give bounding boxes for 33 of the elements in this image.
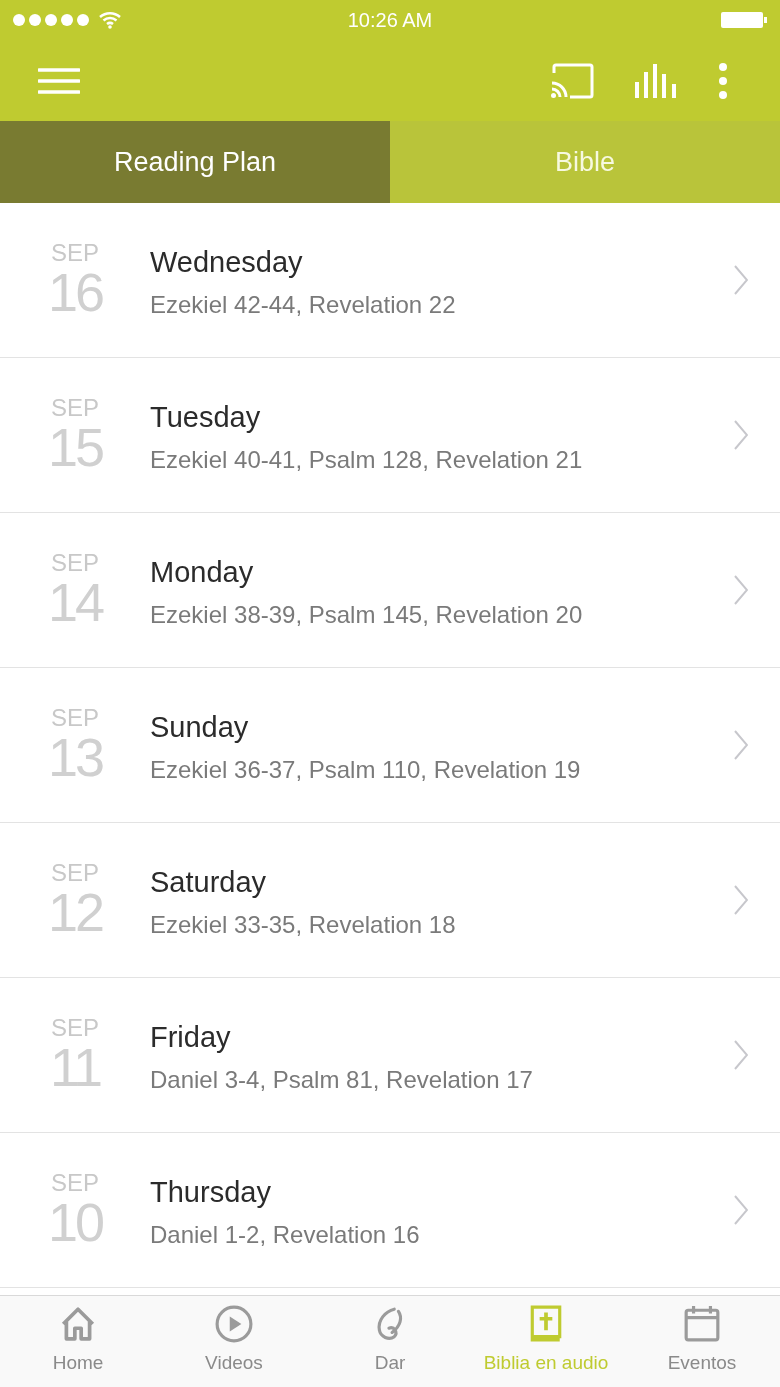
- day-title: Tuesday: [150, 400, 262, 436]
- battery-icon: [720, 11, 768, 29]
- day-title: Monday: [150, 555, 255, 591]
- passages: Ezekiel 42-44, Revelation 22: [150, 289, 457, 320]
- day-title: Friday: [150, 1020, 232, 1056]
- chevron-icon: [734, 730, 748, 760]
- passages: Ezekiel 38-39, Psalm 145, Revelation 20: [150, 599, 584, 630]
- chevron-icon: [734, 885, 748, 915]
- day-title: Saturday: [150, 865, 268, 901]
- day-title: Sunday: [150, 710, 250, 746]
- calendar-icon: [683, 1305, 721, 1344]
- passages: Ezekiel 33-35, Revelation 18: [150, 909, 457, 940]
- cast-icon[interactable]: [550, 62, 594, 99]
- day-title: Wednesday: [150, 245, 304, 281]
- chevron-icon: [734, 575, 748, 605]
- status-time: 10:26 AM: [347, 8, 433, 33]
- passages: Daniel 3-4, Psalm 81, Revelation 17: [150, 1064, 534, 1095]
- chevron-icon: [734, 420, 748, 450]
- chevron-icon: [734, 265, 748, 295]
- passages: Ezekiel 40-41, Psalm 128, Revelation 21: [150, 444, 584, 475]
- signal-icon: [12, 13, 90, 27]
- more-icon[interactable]: [718, 61, 728, 100]
- chevron-icon: [734, 1040, 748, 1070]
- equalizer-icon[interactable]: [634, 63, 678, 98]
- chevron-icon: [734, 1195, 748, 1225]
- wifi-icon: [98, 11, 122, 29]
- day-title: Thursday: [150, 1175, 272, 1211]
- passages: Ezekiel 36-37, Psalm 110, Revelation 19: [150, 754, 582, 785]
- home-icon: [59, 1305, 97, 1344]
- tab[interactable]: Reading Plan: [0, 121, 390, 203]
- menu-icon[interactable]: [38, 66, 80, 95]
- passages: Daniel 1-2, Revelation 16: [150, 1219, 421, 1250]
- play-icon: [215, 1305, 253, 1344]
